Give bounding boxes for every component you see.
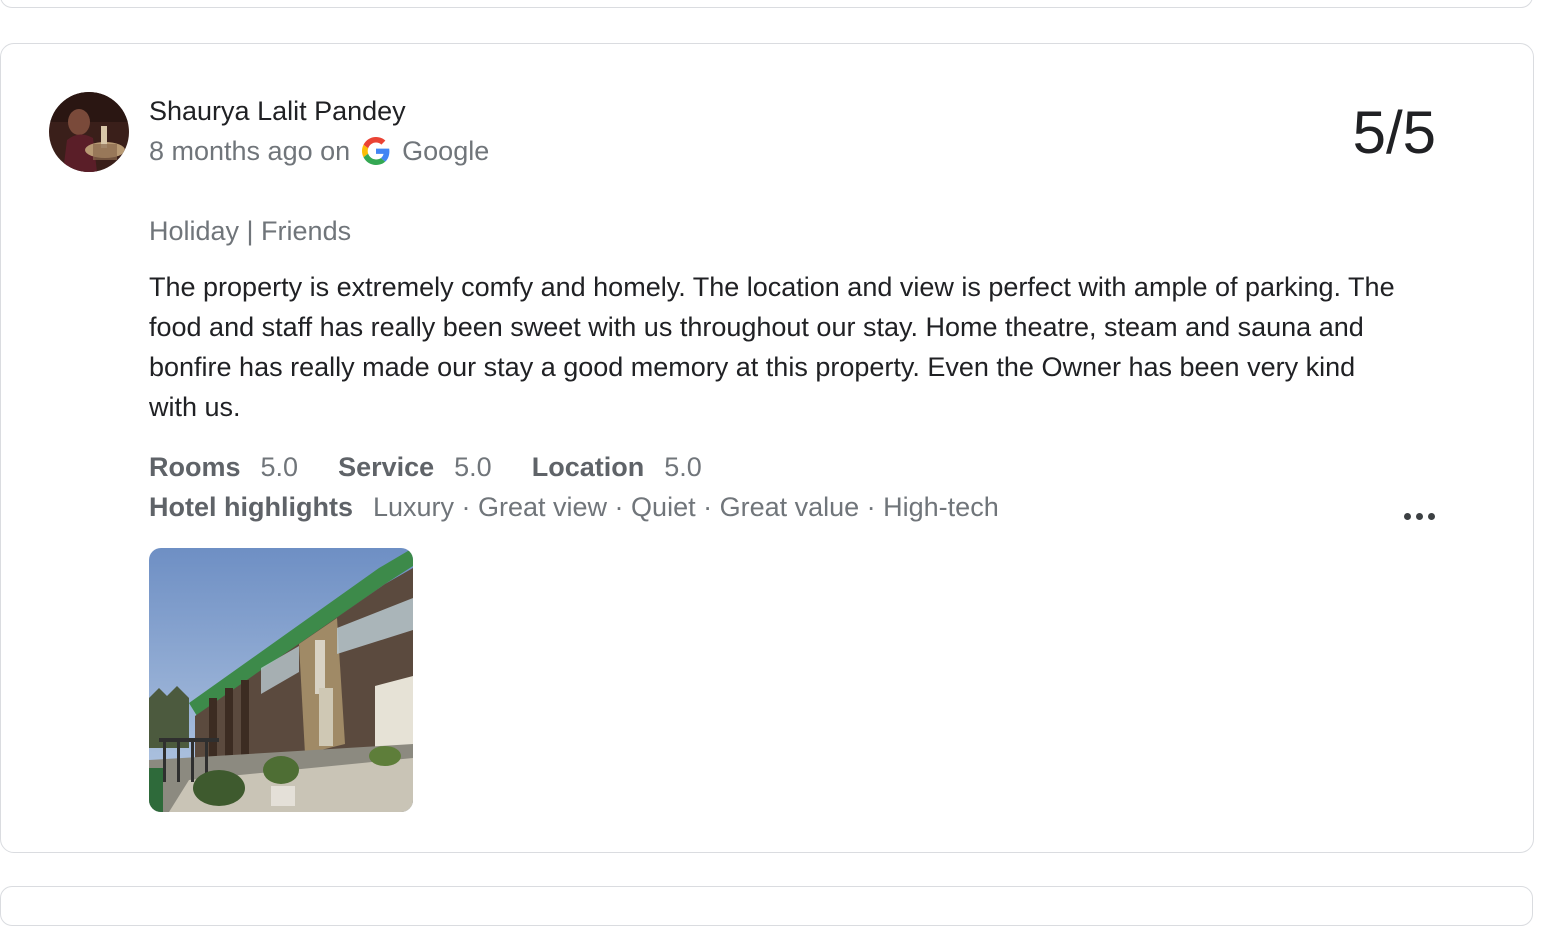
rating-location: Location 5.0: [532, 450, 702, 484]
rating-label: Rooms: [149, 452, 241, 482]
reviewer-name[interactable]: Shaurya Lalit Pandey: [149, 94, 406, 128]
hotel-highlights: Hotel highlights Luxury · Great view · Qu…: [149, 490, 999, 524]
category-ratings: Rooms 5.0 Service 5.0 Location 5.0: [149, 450, 742, 484]
review-source: Google: [402, 136, 490, 166]
more-options-dot: [1415, 512, 1423, 520]
google-g-icon: [362, 137, 390, 165]
rating-rooms: Rooms 5.0: [149, 450, 298, 484]
previous-review-card-edge: [0, 0, 1533, 8]
more-options-icon: [1403, 512, 1411, 520]
reviewer-avatar[interactable]: [49, 92, 129, 172]
next-review-card-edge: [0, 886, 1533, 926]
review-score: 5/5: [1352, 99, 1436, 166]
rating-label: Location: [531, 452, 645, 482]
rating-value: 5.0: [454, 452, 492, 482]
review-time: 8 months ago on: [149, 136, 351, 166]
review-text: The property is extremely comfy and home…: [149, 272, 1395, 422]
review-photo[interactable]: [149, 548, 413, 812]
rating-service: Service 5.0: [338, 450, 492, 484]
trip-type: Holiday | Friends: [149, 216, 352, 246]
review-meta: 8 months ago on Google: [149, 134, 489, 168]
more-options-button[interactable]: [1398, 502, 1440, 530]
rating-label: Service: [338, 452, 435, 482]
highlights-list: Luxury · Great view · Quiet · Great valu…: [372, 492, 999, 522]
rating-value: 5.0: [260, 452, 299, 482]
rating-value: 5.0: [664, 452, 702, 482]
more-options-dot: [1427, 512, 1435, 520]
highlights-label: Hotel highlights: [149, 492, 353, 522]
